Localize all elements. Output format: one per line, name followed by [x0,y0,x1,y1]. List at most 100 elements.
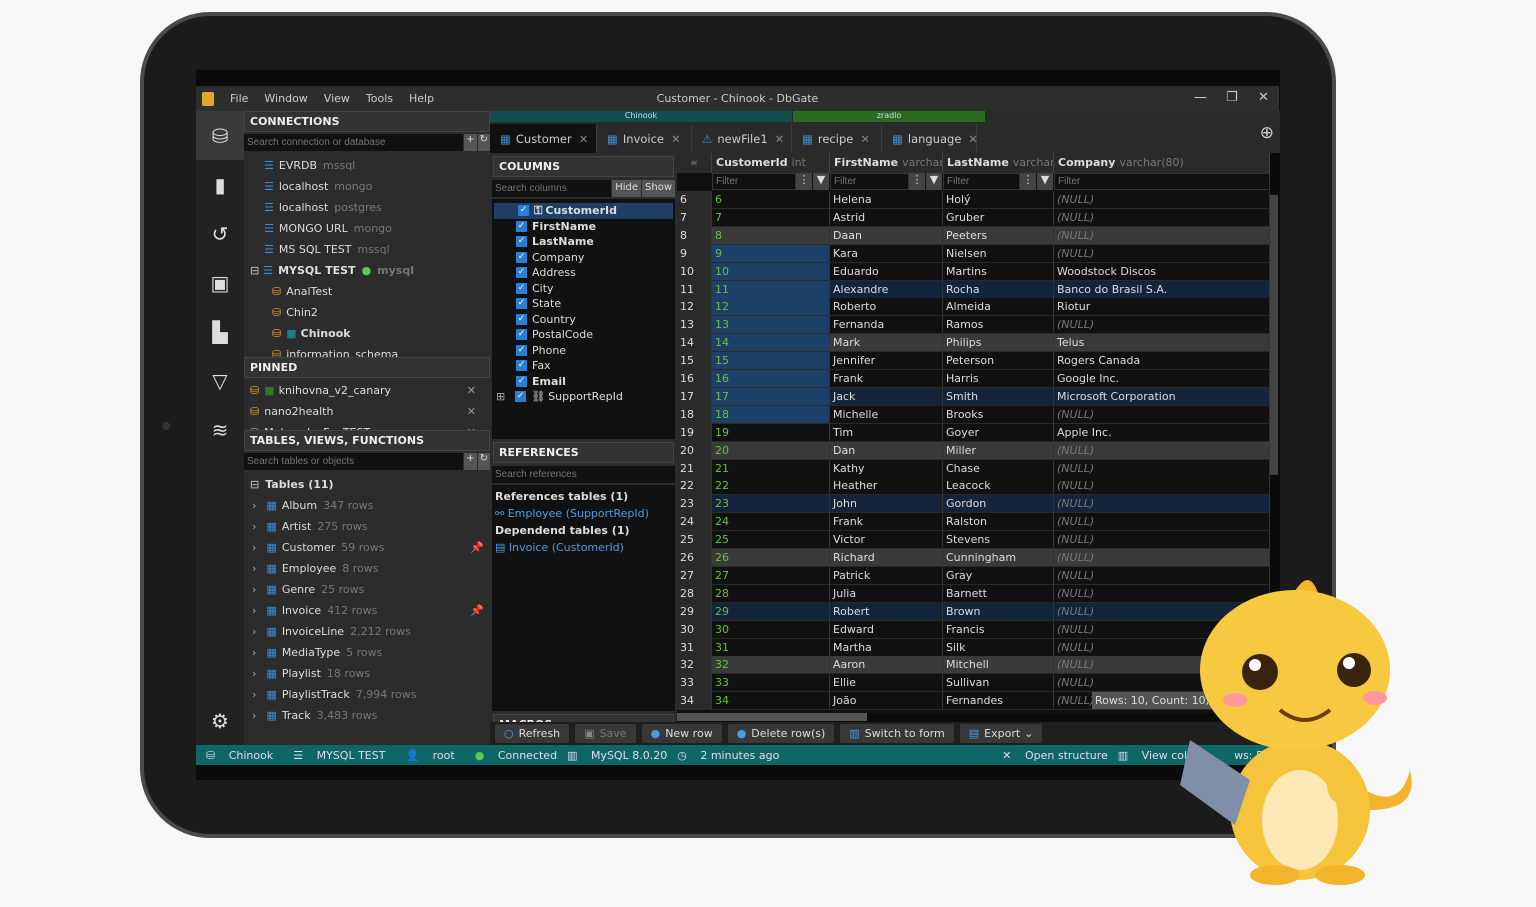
cell[interactable]: Chase [943,459,1054,477]
cell[interactable]: Francis [943,620,1054,638]
cell[interactable]: Brown [943,602,1054,620]
table-row[interactable]: 11 11 Alexandre Rocha Banco do Brasil S.A. [677,280,1270,299]
cell[interactable]: Daan [830,226,943,244]
cell[interactable]: Barnett [943,584,1054,602]
cell[interactable]: 8 [712,226,830,244]
status-conn[interactable]: ☰ MYSQL TEST [293,749,385,762]
cell[interactable]: (NULL) [1054,226,1270,244]
cell[interactable]: 23 [712,495,830,513]
tab-invoice[interactable]: ▦ Invoice ✕ [597,124,692,153]
table-item[interactable]: › ▦ Playlist 18 rows [244,663,490,684]
cell[interactable]: (NULL) [1054,513,1270,531]
table-row[interactable]: 7 7 Astrid Gruber (NULL) [677,208,1270,227]
expand-icon[interactable]: › [252,646,256,659]
cell[interactable]: Goyer [943,423,1054,441]
table-row[interactable]: 13 13 Fernanda Ramos (NULL) [677,316,1270,335]
table-item[interactable]: › ▦ Invoice 412 rows 📌 [244,600,490,621]
filter-icon[interactable]: ▼ [813,173,829,190]
show-columns-button[interactable]: Show [642,180,675,197]
cell[interactable]: Robert [830,602,943,620]
cell[interactable]: (NULL) [1054,477,1270,495]
table-row[interactable]: 10 10 Eduardo Martins Woodstock Discos [677,262,1270,281]
filter-icon[interactable]: ▼ [1037,173,1053,190]
cell[interactable]: 11 [712,280,830,298]
database-item[interactable]: ⛁ ■ Chinook [244,323,490,344]
column-header-company[interactable]: Company varchar(80) [1054,153,1270,173]
row-number[interactable]: 34 [677,692,712,710]
checkbox[interactable]: ✓ [516,251,527,263]
table-item[interactable]: › ▦ Customer 59 rows 📌 [244,537,490,558]
row-number[interactable]: 32 [677,656,712,674]
row-number[interactable]: 22 [677,477,712,495]
table-row[interactable]: 23 23 John Gordon (NULL) [677,495,1270,514]
connection-item[interactable]: ☰ MONGO URL mongo [244,218,490,239]
table-item[interactable]: › ▦ InvoiceLine 2,212 rows [244,621,490,642]
filter-input[interactable] [830,173,909,190]
cell[interactable]: Holý [943,191,1054,208]
expand-icon[interactable]: › [252,604,256,617]
row-number[interactable]: 25 [677,531,712,549]
add-tab-icon[interactable]: ⊕ [1260,123,1274,143]
cell[interactable]: John [830,495,943,513]
cell[interactable]: Silk [943,638,1054,656]
row-number[interactable]: 10 [677,262,712,280]
table-item[interactable]: › ▦ MediaType 5 rows [244,642,490,663]
pinned-item[interactable]: ⛁ Mohnacky FunTEST ✕ [244,422,490,430]
cell[interactable]: Michelle [830,405,943,423]
cell[interactable]: Smith [943,387,1054,405]
expand-icon[interactable]: ⊞ [496,390,505,403]
open-structure-button[interactable]: ✕ Open structure [1002,749,1108,762]
row-number[interactable]: 12 [677,298,712,316]
history-icon[interactable]: ↺ [196,209,244,258]
cell-data-icon[interactable]: ▽ [196,356,244,405]
cell[interactable]: Mitchell [943,656,1054,674]
tab-language[interactable]: ▦ language ✕ [882,124,978,153]
filter-input[interactable] [1054,173,1270,190]
cell[interactable]: Miller [943,441,1054,459]
row-number[interactable]: 30 [677,620,712,638]
checkbox[interactable]: ✓ [516,360,527,372]
row-number[interactable]: 6 [677,191,712,208]
table-item[interactable]: › ▦ PlaylistTrack 7,994 rows [244,684,490,705]
cell[interactable]: 17 [712,387,830,405]
layers-icon[interactable]: ≋ [196,405,244,454]
close-icon[interactable]: ✕ [1258,90,1269,105]
unpin-icon[interactable]: ✕ [467,405,476,418]
checkbox[interactable]: ✓ [516,267,527,279]
cell[interactable]: Sullivan [943,674,1054,692]
expand-icon[interactable]: › [252,520,256,533]
checkbox[interactable]: ✓ [516,282,527,294]
archive-icon[interactable]: ▣ [196,258,244,307]
column-header-customerid[interactable]: CustomerId int [712,153,830,173]
checkbox[interactable]: ✓ [516,375,527,387]
references-search-input[interactable] [492,466,675,483]
connection-item[interactable]: ☰ MS SQL TEST mssql [244,239,490,260]
table-row[interactable]: 20 20 Dan Miller (NULL) [677,441,1270,460]
close-tab-icon[interactable]: ✕ [968,132,978,146]
column-header-firstname[interactable]: FirstName varchar [830,153,943,173]
expand-icon[interactable]: › [252,688,256,701]
cell[interactable]: Fernandes [943,692,1054,710]
row-number[interactable]: 29 [677,602,712,620]
tables-group[interactable]: ⊟ Tables (11) [244,474,490,495]
row-number[interactable]: 28 [677,584,712,602]
cell[interactable]: (NULL) [1054,191,1270,208]
checkbox[interactable]: ✓ [516,298,527,310]
cell[interactable]: (NULL) [1054,441,1270,459]
table-row[interactable]: 24 24 Frank Ralston (NULL) [677,513,1270,532]
cell[interactable]: (NULL) [1054,459,1270,477]
columns-search-input[interactable] [492,180,612,197]
cell[interactable]: Gray [943,566,1054,584]
cell[interactable]: João [830,692,943,710]
table-row[interactable]: 22 22 Heather Leacock (NULL) [677,477,1270,496]
cell[interactable]: Peterson [943,352,1054,370]
menu-file[interactable]: File [230,92,248,105]
connection-search-input[interactable] [244,134,464,151]
cell[interactable]: 10 [712,262,830,280]
cell[interactable]: Frank [830,370,943,387]
row-number[interactable]: 18 [677,405,712,423]
column-item[interactable]: ✓ Email [492,374,675,390]
cell[interactable]: Martha [830,638,943,656]
horizontal-scrollbar[interactable] [677,713,867,721]
row-number[interactable]: 31 [677,638,712,656]
